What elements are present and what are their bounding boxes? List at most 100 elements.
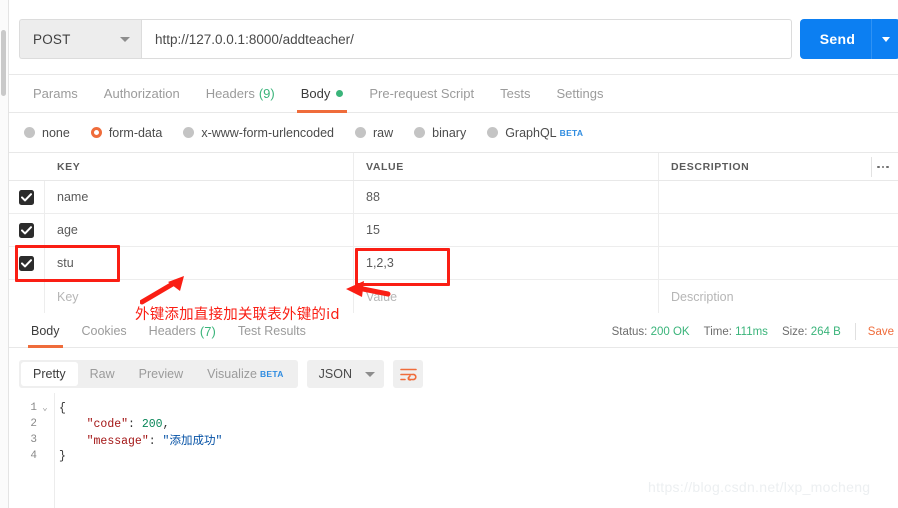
status-label: Status: — [611, 325, 648, 338]
new-row-description-input[interactable]: Description — [659, 280, 898, 313]
send-options-caret[interactable] — [872, 36, 898, 42]
watermark: https://blog.csdn.net/lxp_mocheng — [648, 479, 871, 495]
radio-icon — [487, 127, 499, 138]
response-view-raw[interactable]: Raw — [78, 362, 127, 386]
response-tab-count: (7) — [199, 323, 216, 339]
body-type-form-data[interactable]: form-data — [90, 125, 163, 140]
request-tab-body[interactable]: Body — [288, 75, 357, 113]
body-type-label: form-data — [108, 125, 163, 140]
body-type-graphql[interactable]: GraphQL BETA — [487, 126, 583, 140]
response-view-visualize[interactable]: Visualize BETA — [195, 362, 296, 386]
row-key-cell[interactable]: name — [45, 181, 354, 213]
row-value-cell[interactable]: 1,2,3 — [354, 247, 659, 279]
request-tab-tests[interactable]: Tests — [487, 75, 543, 113]
header-value-label: VALUE — [366, 160, 404, 173]
response-tab-label: Test Results — [237, 324, 306, 338]
request-tab-authorization[interactable]: Authorization — [91, 75, 193, 113]
body-type-label: binary — [432, 125, 467, 140]
body-type-options: none form-data x-www-form-urlencoded raw bin… — [9, 113, 898, 153]
response-format-label: JSON — [318, 367, 353, 381]
sidebar-scrollbar[interactable] — [1, 30, 6, 96]
request-tab-settings[interactable]: Settings — [543, 75, 616, 113]
chevron-down-icon — [365, 371, 376, 377]
code-line: 4} — [9, 448, 898, 464]
send-button[interactable]: Send — [800, 19, 898, 59]
time-badge: Time: 111ms — [704, 326, 768, 338]
chevron-down-icon — [120, 36, 130, 42]
row-value-cell[interactable]: 88 — [354, 181, 659, 213]
body-type-label: x-www-form-urlencoded — [201, 125, 334, 140]
row-key-cell[interactable]: age — [45, 214, 354, 246]
line-number: 3 — [30, 434, 37, 446]
response-view-preview[interactable]: Preview — [127, 362, 195, 386]
header-divider — [871, 157, 872, 177]
response-view-pretty[interactable]: Pretty — [21, 362, 78, 386]
row-value-cell[interactable]: 15 — [354, 214, 659, 246]
body-type-label: none — [42, 125, 70, 140]
request-tab-headers[interactable]: Headers (9) — [193, 75, 288, 113]
fold-toggle-icon[interactable]: ⌄ — [37, 403, 53, 413]
header-key-label: KEY — [57, 160, 81, 173]
status-badge: Status: 200 OK — [612, 326, 690, 338]
line-number: 2 — [30, 418, 37, 430]
annotation-note: 外键添加直接加关联表外键的id — [135, 307, 340, 323]
status-value: 200 OK — [650, 325, 690, 338]
body-type-label: GraphQL — [505, 125, 557, 140]
http-method-select[interactable]: POST — [19, 19, 141, 59]
row-description-cell[interactable] — [659, 181, 898, 213]
response-meta: Status: 200 OK Time: 111ms Size: 264 B S… — [612, 315, 898, 348]
request-url-input[interactable]: http://127.0.0.1:8000/addteacher/ — [141, 19, 792, 59]
request-tab-label: Authorization — [103, 86, 180, 101]
line-number: 1 — [30, 402, 37, 414]
beta-badge: BETA — [559, 127, 584, 138]
row-key-text: stu — [57, 256, 74, 270]
http-method-label: POST — [33, 31, 71, 47]
row-description-cell[interactable] — [659, 214, 898, 246]
body-type-none[interactable]: none — [24, 126, 70, 140]
response-format-select[interactable]: JSON — [306, 360, 385, 388]
wrap-lines-icon[interactable] — [393, 360, 424, 388]
row-check-cell — [9, 247, 45, 279]
row-description-cell[interactable] — [659, 247, 898, 279]
response-view-toolbar: Pretty Raw Preview Visualize BETA JSON — [9, 355, 898, 393]
request-url-bar: POST http://127.0.0.1:8000/addteacher/ S… — [9, 0, 898, 75]
row-checkbox[interactable] — [19, 222, 34, 238]
radio-icon — [90, 127, 102, 138]
header-value-cell: VALUE — [354, 153, 659, 180]
request-tab-label: Tests — [500, 86, 531, 101]
request-tab-pre-request-script[interactable]: Pre-request Script — [356, 75, 487, 113]
body-type-label: raw — [373, 125, 394, 140]
code-gutter-divider — [54, 393, 55, 508]
response-view-segments: Pretty Raw Preview Visualize BETA — [19, 360, 298, 388]
response-view-label: Raw — [89, 367, 115, 381]
meta-divider — [854, 323, 856, 340]
new-row-description-placeholder: Description — [671, 289, 734, 304]
new-row-value-placeholder: Value — [366, 289, 398, 304]
response-tab-body[interactable]: Body — [20, 315, 71, 348]
row-checkbox[interactable] — [19, 255, 34, 271]
save-response-link[interactable]: Save — [868, 326, 894, 338]
row-value-text: 15 — [366, 223, 380, 237]
code-text: "message": "添加成功" — [86, 435, 223, 448]
radio-icon — [355, 127, 366, 138]
header-description-label: DESCRIPTION — [671, 160, 750, 173]
ellipsis-icon[interactable] — [874, 160, 892, 174]
response-tab-cookies[interactable]: Cookies — [71, 315, 138, 348]
table-header-row: KEY VALUE DESCRIPTION — [9, 153, 898, 181]
body-type-raw[interactable]: raw — [355, 126, 393, 140]
body-type-binary[interactable]: binary — [414, 126, 466, 140]
request-tab-params[interactable]: Params — [20, 75, 91, 113]
request-tab-count: (9) — [258, 86, 275, 101]
row-key-cell[interactable]: stu — [45, 247, 354, 279]
new-row-key-placeholder: Key — [57, 289, 79, 304]
request-tab-label: Headers — [205, 86, 255, 101]
response-tab-label: Cookies — [81, 324, 127, 338]
table-body: name 88 age 15 stu 1,2,3 Key Value Description — [9, 181, 898, 313]
row-key-text: age — [57, 223, 78, 237]
code-text: "code": 200, — [86, 417, 170, 431]
response-view-label: Visualize — [207, 367, 257, 381]
new-row-value-input[interactable]: Value — [354, 280, 659, 313]
row-checkbox[interactable] — [19, 189, 34, 205]
body-type-x-www-form-urlencoded[interactable]: x-www-form-urlencoded — [183, 126, 334, 140]
line-number: 4 — [30, 450, 37, 462]
